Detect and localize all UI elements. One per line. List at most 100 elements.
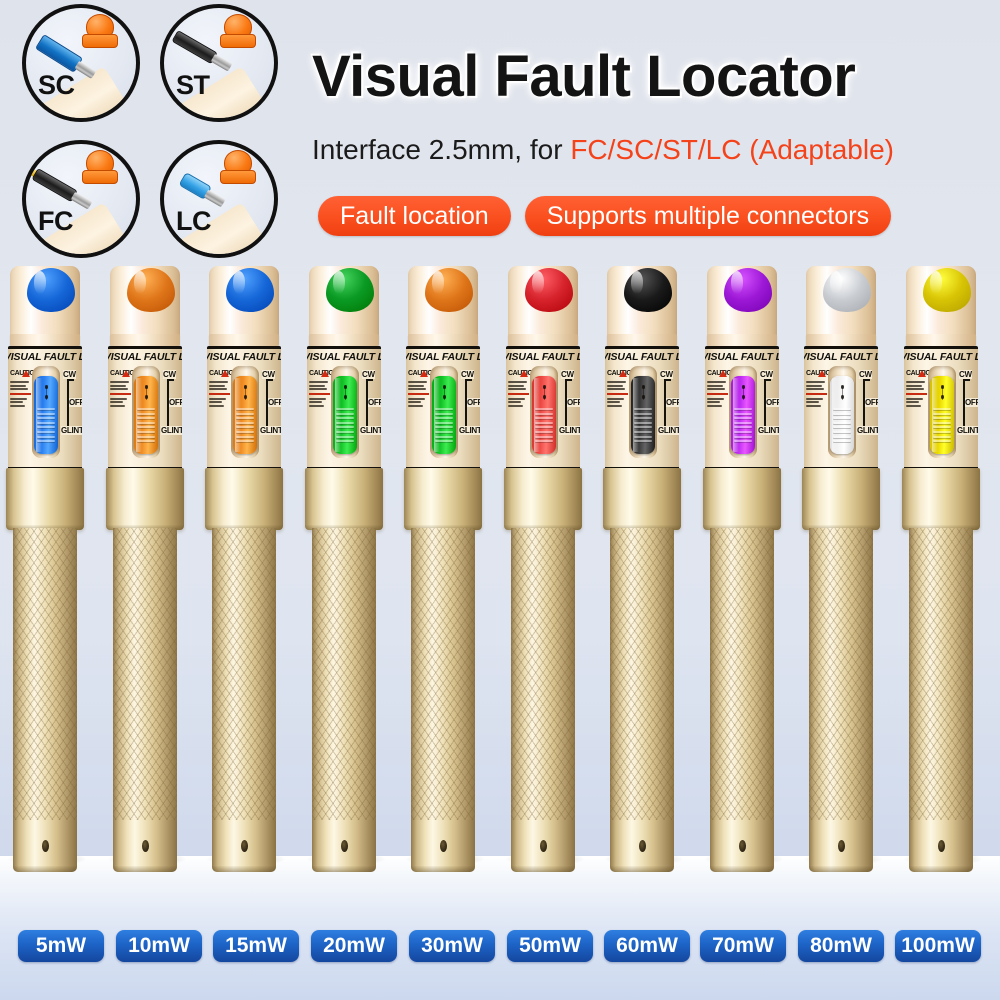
warning-microtext bbox=[408, 381, 429, 408]
power-option-80mw[interactable]: 80mW bbox=[798, 930, 884, 962]
switch-grip-ribs bbox=[833, 408, 851, 448]
pen-yellow: VISUAL FAULT LOCATOR CAUTION CW OFF GLINT bbox=[900, 262, 982, 882]
power-switch[interactable] bbox=[731, 376, 755, 454]
connector-badge-fc: FC bbox=[22, 140, 140, 258]
switch-grip-ribs bbox=[137, 408, 155, 448]
pen-knurled-shaft bbox=[312, 528, 376, 858]
power-switch[interactable] bbox=[34, 376, 58, 454]
pen-label: VISUAL FAULT LOCATOR CAUTION CW OFF GLINT bbox=[207, 346, 281, 470]
label-title: VISUAL FAULT LOCATOR bbox=[8, 351, 82, 363]
pen-tail bbox=[511, 820, 575, 872]
power-switch[interactable] bbox=[134, 376, 158, 454]
mode-label-glint: GLINT bbox=[360, 426, 381, 435]
pen-cap-lip bbox=[707, 334, 777, 346]
connector-badge-label: ST bbox=[176, 70, 210, 100]
power-switch[interactable] bbox=[631, 376, 655, 454]
warning-triangle-icon bbox=[321, 370, 329, 377]
mode-label-off: OFF bbox=[567, 398, 580, 407]
laser-warning-block: CAUTION bbox=[707, 370, 736, 452]
power-option-100mw[interactable]: 100mW bbox=[895, 930, 981, 962]
pen-dome-cap bbox=[27, 268, 75, 312]
mode-indicator-group: CW OFF GLINT bbox=[260, 370, 281, 454]
mode-label-off: OFF bbox=[666, 398, 679, 407]
mode-label-glint: GLINT bbox=[161, 426, 182, 435]
laser-warning-block: CAUTION bbox=[209, 370, 239, 452]
pen-label: VISUAL FAULT LOCATOR CAUTION CW OFF GLINT bbox=[904, 346, 978, 470]
pen-orange: VISUAL FAULT LOCATOR CAUTION CW OFF GLINT bbox=[104, 262, 186, 882]
warning-triangle-icon bbox=[221, 370, 229, 377]
mode-label-cw: CW bbox=[461, 370, 474, 379]
pen-tail bbox=[113, 820, 177, 872]
power-option-20mw[interactable]: 20mW bbox=[311, 930, 397, 962]
interface-subtitle: Interface 2.5mm, for FC/SC/ST/LC (Adapta… bbox=[312, 134, 988, 166]
pen-collar bbox=[902, 468, 980, 530]
pen-cap-lip bbox=[806, 334, 876, 346]
pen-purple: VISUAL FAULT LOCATOR CAUTION CW OFF GLINT bbox=[701, 262, 783, 882]
warning-caution-text: CAUTION bbox=[806, 370, 836, 377]
switch-grip-ribs bbox=[634, 408, 652, 448]
connector-badge-lc: LC bbox=[160, 140, 278, 258]
page-title: Visual Fault Locator bbox=[312, 44, 856, 109]
warning-triangle-icon bbox=[122, 370, 130, 377]
warning-triangle-icon bbox=[420, 370, 428, 377]
label-title: VISUAL FAULT LOCATOR bbox=[406, 351, 480, 363]
mode-indicator-group: CW OFF GLINT bbox=[360, 370, 381, 454]
switch-grip-ribs bbox=[933, 408, 951, 448]
mode-label-glint: GLINT bbox=[957, 426, 978, 435]
dust-cap-icon bbox=[80, 14, 120, 54]
laser-warning-block: CAUTION bbox=[607, 370, 636, 452]
warning-microtext bbox=[607, 381, 628, 408]
pen-collar bbox=[703, 468, 781, 530]
label-bar-top bbox=[605, 346, 679, 349]
pen-tail bbox=[312, 820, 376, 872]
label-title: VISUAL FAULT LOCATOR bbox=[207, 351, 281, 363]
power-switch[interactable] bbox=[532, 376, 556, 454]
power-option-50mw[interactable]: 50mW bbox=[507, 930, 593, 962]
power-switch[interactable] bbox=[432, 376, 456, 454]
pen-tail bbox=[411, 820, 475, 872]
warning-microtext bbox=[209, 381, 230, 408]
warning-caution-text: CAUTION bbox=[508, 370, 538, 377]
pen-dome-cap bbox=[127, 268, 175, 312]
switch-grip-ribs bbox=[236, 408, 254, 448]
warning-microtext bbox=[906, 381, 927, 408]
mode-indicator-group: CW OFF GLINT bbox=[161, 370, 182, 454]
laser-warning-block: CAUTION bbox=[408, 370, 437, 452]
warning-triangle-icon bbox=[818, 370, 826, 377]
lanyard-hole bbox=[341, 840, 348, 852]
pen-cap bbox=[408, 266, 478, 344]
warning-caution-text: CAUTION bbox=[10, 370, 40, 377]
switch-grip-ribs bbox=[435, 408, 453, 448]
mode-label-cw: CW bbox=[163, 370, 176, 379]
warning-triangle-icon bbox=[22, 370, 30, 377]
power-option-5mw[interactable]: 5mW bbox=[18, 930, 104, 962]
power-option-30mw[interactable]: 30mW bbox=[409, 930, 495, 962]
lanyard-hole bbox=[739, 840, 746, 852]
power-switch[interactable] bbox=[930, 376, 954, 454]
warning-caution-text: CAUTION bbox=[209, 370, 239, 377]
pen-cap bbox=[906, 266, 976, 344]
lanyard-hole bbox=[142, 840, 149, 852]
pen-lineup: VISUAL FAULT LOCATORCAUTIONCWOFFGLINTVIS… bbox=[0, 262, 1000, 882]
power-option-15mw[interactable]: 15mW bbox=[213, 930, 299, 962]
power-switch[interactable] bbox=[333, 376, 357, 454]
power-switch[interactable] bbox=[233, 376, 257, 454]
power-option-70mw[interactable]: 70mW bbox=[700, 930, 786, 962]
pen-tail bbox=[809, 820, 873, 872]
mode-indicator-group: CW OFF GLINT bbox=[857, 370, 878, 454]
pen-blue: VISUAL FAULT LOCATOR CAUTION CW OFF GLINT bbox=[4, 262, 86, 882]
label-title: VISUAL FAULT LOCATOR bbox=[705, 351, 779, 363]
laser-warning-block: CAUTION bbox=[508, 370, 538, 452]
connector-badge-label: FC bbox=[38, 206, 74, 236]
power-option-60mw[interactable]: 60mW bbox=[604, 930, 690, 962]
feature-pill-group: Fault location Supports multiple connect… bbox=[318, 196, 892, 236]
warning-triangle-icon bbox=[719, 370, 727, 377]
lanyard-hole bbox=[42, 840, 49, 852]
power-switch[interactable] bbox=[830, 376, 854, 454]
pen-cap-lip bbox=[10, 334, 80, 346]
pen-label: VISUAL FAULT LOCATOR CAUTION CW OFF GLINT bbox=[406, 346, 480, 470]
pen-label: VISUAL FAULT LOCATOR CAUTION CW OFF GLINT bbox=[804, 346, 878, 470]
lanyard-hole bbox=[838, 840, 845, 852]
power-option-10mw[interactable]: 10mW bbox=[116, 930, 202, 962]
warning-microtext bbox=[110, 381, 131, 408]
